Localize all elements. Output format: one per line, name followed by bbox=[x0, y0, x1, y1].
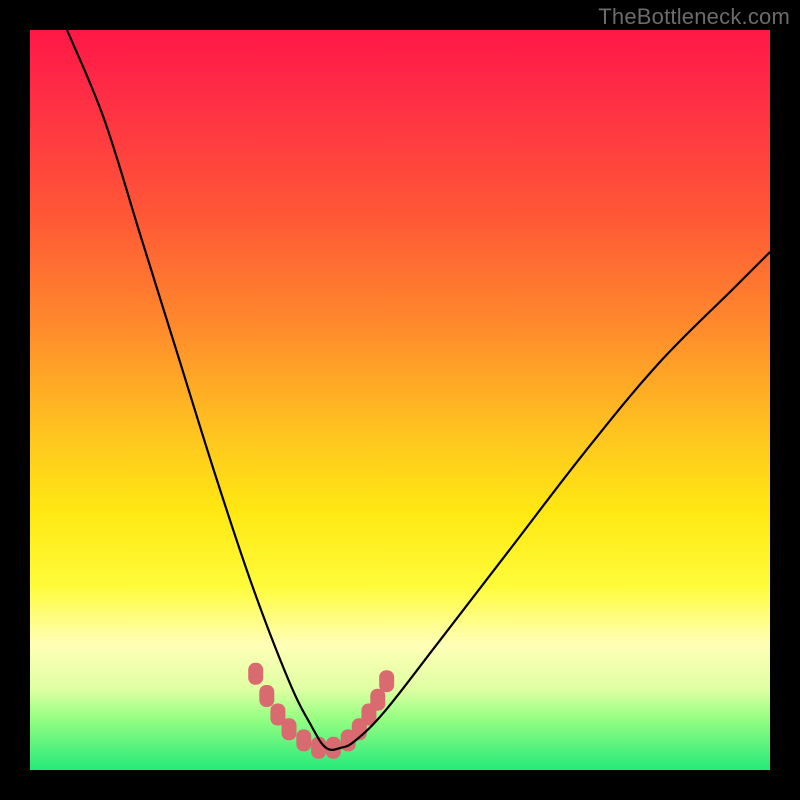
trough-marker bbox=[379, 670, 394, 692]
trough-marker bbox=[259, 685, 274, 707]
bottleneck-curve bbox=[67, 30, 770, 750]
watermark-text: TheBottleneck.com bbox=[598, 4, 790, 30]
trough-marker bbox=[282, 718, 297, 740]
trough-marker bbox=[370, 689, 385, 711]
trough-marker bbox=[296, 729, 311, 751]
bottleneck-curve-svg bbox=[30, 30, 770, 770]
trough-marker bbox=[248, 663, 263, 685]
trough-markers bbox=[248, 663, 394, 759]
chart-area bbox=[30, 30, 770, 770]
